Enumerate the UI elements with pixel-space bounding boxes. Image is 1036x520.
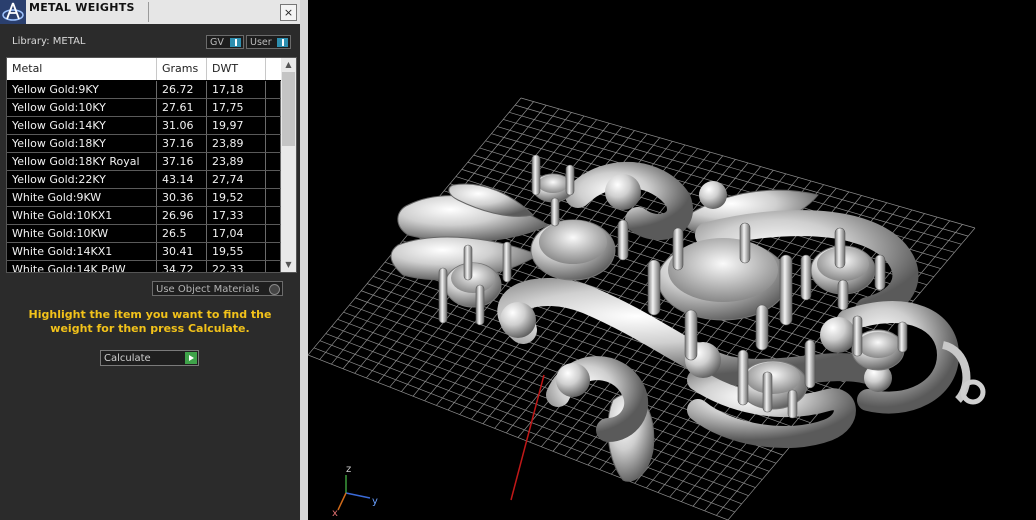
header-dwt[interactable]: DWT: [207, 58, 266, 80]
user-label: User: [250, 37, 272, 48]
cell-grams: 37.16: [157, 135, 207, 152]
scroll-up-icon[interactable]: ▲: [281, 59, 296, 71]
cell-dwt: 23,89: [207, 135, 266, 152]
gv-toggle-icon: [230, 38, 241, 47]
app-logo-icon: [0, 0, 26, 24]
grid-line: [308, 354, 729, 520]
cell-spacer: [266, 117, 281, 134]
titlebar-divider: [148, 2, 149, 22]
jewelry-model: [390, 154, 986, 482]
cell-metal: Yellow Gold:18KY Royal: [7, 153, 157, 170]
cell-grams: 27.61: [157, 99, 207, 116]
cell-spacer: [266, 207, 281, 224]
use-object-materials-label: Use Object Materials: [156, 284, 260, 295]
cell-grams: 26.5: [157, 225, 207, 242]
table-row[interactable]: Yellow Gold:18KY 37.16 23,89: [7, 135, 281, 153]
axis-indicator: z y x: [332, 464, 378, 519]
cell-metal: White Gold:14KX1: [7, 243, 157, 260]
library-label: Library: METAL: [12, 36, 86, 47]
x-axis-line: [510, 374, 545, 501]
use-object-materials-button[interactable]: Use Object Materials: [152, 281, 283, 296]
cell-dwt: 22,33: [207, 261, 266, 272]
play-arrow-icon: [185, 352, 197, 364]
table-row[interactable]: White Gold:10KX1 26.96 17,33: [7, 207, 281, 225]
cell-metal: White Gold:10KW: [7, 225, 157, 242]
cell-spacer: [266, 153, 281, 170]
gv-toggle-button[interactable]: GV: [206, 35, 244, 49]
table-row[interactable]: White Gold:9KW 30.36 19,52: [7, 189, 281, 207]
cell-dwt: 23,89: [207, 153, 266, 170]
cell-grams: 37.16: [157, 153, 207, 170]
cell-grams: 30.36: [157, 189, 207, 206]
metal-table: Metal Grams DWT Yellow Gold:9KY 26.72 17,1…: [6, 57, 297, 273]
user-toggle-button[interactable]: User: [246, 35, 291, 49]
axis-label-x: x: [332, 508, 338, 519]
table-row[interactable]: White Gold:14KX1 30.41 19,55: [7, 243, 281, 261]
radio-icon: [269, 284, 280, 295]
cell-metal: Yellow Gold:22KY: [7, 171, 157, 188]
viewport-canvas: z y x: [308, 97, 986, 520]
calculate-label: Calculate: [104, 353, 151, 364]
panel-title: METAL WEIGHTS: [29, 1, 135, 14]
axis-label-y: y: [372, 496, 378, 507]
table-rows: Yellow Gold:9KY 26.72 17,18 Yellow Gold:10K…: [7, 81, 281, 272]
table-row[interactable]: Yellow Gold:18KY Royal 37.16 23,89: [7, 153, 281, 171]
cell-metal: White Gold:9KW: [7, 189, 157, 206]
gv-label: GV: [210, 37, 224, 48]
cell-metal: Yellow Gold:18KY: [7, 135, 157, 152]
cell-dwt: 17,18: [207, 81, 266, 98]
cell-metal: Yellow Gold:9KY: [7, 81, 157, 98]
table-row[interactable]: Yellow Gold:14KY 31.06 19,97: [7, 117, 281, 135]
cell-dwt: 19,52: [207, 189, 266, 206]
cell-grams: 26.72: [157, 81, 207, 98]
cell-spacer: [266, 99, 281, 116]
calculate-button[interactable]: Calculate: [100, 350, 199, 366]
cell-spacer: [266, 261, 281, 272]
metal-weights-panel: METAL WEIGHTS × Library: METAL GV User M…: [0, 0, 300, 520]
cell-metal: White Gold:10KX1: [7, 207, 157, 224]
close-button[interactable]: ×: [280, 4, 297, 21]
cell-metal: Yellow Gold:10KY: [7, 99, 157, 116]
cell-dwt: 17,33: [207, 207, 266, 224]
cell-grams: 34.72: [157, 261, 207, 272]
table-scrollbar[interactable]: ▲ ▼: [281, 58, 296, 272]
3d-viewport[interactable]: z y x: [308, 0, 1036, 520]
cell-spacer: [266, 81, 281, 98]
instruction-text: Highlight the item you want to find the …: [28, 308, 272, 335]
table-row[interactable]: Yellow Gold:22KY 43.14 27,74: [7, 171, 281, 189]
cell-metal: Yellow Gold:14KY: [7, 117, 157, 134]
table-row[interactable]: White Gold:14K PdW 34.72 22,33: [7, 261, 281, 272]
cell-grams: 30.41: [157, 243, 207, 260]
cell-spacer: [266, 189, 281, 206]
table-row[interactable]: Yellow Gold:10KY 27.61 17,75: [7, 99, 281, 117]
cell-dwt: 19,97: [207, 117, 266, 134]
cell-dwt: 27,74: [207, 171, 266, 188]
user-toggle-icon: [277, 38, 288, 47]
cell-grams: 26.96: [157, 207, 207, 224]
cell-dwt: 19,55: [207, 243, 266, 260]
cell-spacer: [266, 171, 281, 188]
table-header: Metal Grams DWT: [7, 58, 281, 80]
scroll-down-icon[interactable]: ▼: [281, 259, 296, 271]
header-metal[interactable]: Metal: [7, 58, 157, 80]
cell-grams: 43.14: [157, 171, 207, 188]
axis-label-z: z: [346, 464, 351, 475]
header-spacer: [266, 58, 281, 80]
cell-spacer: [266, 135, 281, 152]
scroll-thumb[interactable]: [282, 72, 295, 146]
cell-spacer: [266, 243, 281, 260]
panel-titlebar: METAL WEIGHTS ×: [0, 0, 300, 24]
cell-metal: White Gold:14K PdW: [7, 261, 157, 272]
table-row[interactable]: White Gold:10KW 26.5 17,04: [7, 225, 281, 243]
cell-spacer: [266, 225, 281, 242]
cell-grams: 31.06: [157, 117, 207, 134]
table-row[interactable]: Yellow Gold:9KY 26.72 17,18: [7, 81, 281, 99]
cell-dwt: 17,75: [207, 99, 266, 116]
header-grams[interactable]: Grams: [157, 58, 207, 80]
cell-dwt: 17,04: [207, 225, 266, 242]
grid-line: [313, 347, 735, 513]
panel-splitter[interactable]: [300, 0, 308, 520]
